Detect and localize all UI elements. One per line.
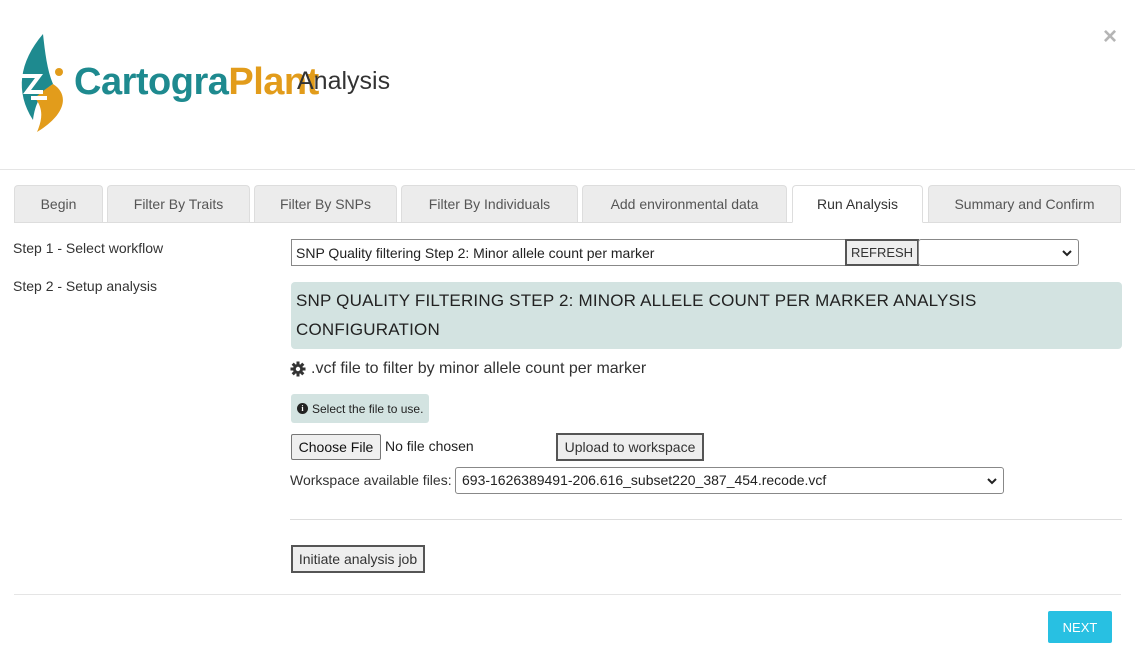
file-input-label-text: .vcf file to filter by minor allele coun…: [311, 360, 647, 377]
tab-filter-by-snps[interactable]: Filter By SNPs: [254, 185, 397, 222]
hint-text: Select the file to use.: [312, 401, 424, 416]
brand-name-part1: Cartogra: [74, 61, 229, 103]
modal-header: CartograPlant Analysis ×: [0, 0, 1135, 170]
analysis-modal: CartograPlant Analysis × Begin Filter By…: [0, 0, 1135, 655]
file-input-label: .vcf file to filter by minor allele coun…: [290, 360, 646, 378]
tab-summary-and-confirm[interactable]: Summary and Confirm: [928, 185, 1121, 222]
gear-icon: [290, 361, 306, 377]
close-button[interactable]: ×: [1103, 24, 1117, 50]
workspace-files-select[interactable]: 693-1626389491-206.616_subset220_387_454…: [455, 467, 1004, 494]
workspace-files-value: 693-1626389491-206.616_subset220_387_454…: [462, 472, 827, 488]
config-heading: SNP QUALITY FILTERING STEP 2: MINOR ALLE…: [291, 282, 1122, 349]
brand-suffix: Analysis: [297, 67, 391, 95]
chevron-down-icon: [1062, 250, 1072, 257]
wizard-tabs: Begin Filter By Traits Filter By SNPs Fi…: [14, 185, 1121, 223]
footer-divider: [14, 594, 1121, 595]
initiate-analysis-button[interactable]: Initiate analysis job: [291, 545, 425, 573]
tab-begin[interactable]: Begin: [14, 185, 103, 222]
cartograplant-logo-icon: [21, 34, 63, 132]
refresh-button[interactable]: REFRESH: [845, 239, 919, 266]
section-divider: [290, 519, 1122, 520]
tab-filter-by-individuals[interactable]: Filter By Individuals: [401, 185, 578, 222]
workflow-name-input[interactable]: [291, 239, 847, 266]
hint-box: i Select the file to use.: [291, 394, 430, 423]
upload-to-workspace-button[interactable]: Upload to workspace: [556, 433, 704, 461]
choose-file-button[interactable]: Choose File: [291, 434, 381, 460]
info-icon: i: [297, 403, 308, 414]
tab-filter-by-traits[interactable]: Filter By Traits: [107, 185, 250, 222]
brand-name: CartograPlant: [74, 60, 319, 104]
tab-add-environmental-data[interactable]: Add environmental data: [582, 185, 787, 222]
no-file-chosen-text: No file chosen: [385, 438, 474, 454]
step-select-workflow[interactable]: Step 1 - Select workflow: [13, 240, 163, 256]
step-setup-analysis[interactable]: Step 2 - Setup analysis: [13, 278, 157, 294]
next-button[interactable]: NEXT: [1048, 611, 1112, 643]
workspace-files-label: Workspace available files:: [290, 472, 452, 488]
tab-run-analysis[interactable]: Run Analysis: [792, 185, 923, 223]
workflow-select[interactable]: [918, 239, 1079, 266]
chevron-down-icon: [987, 478, 997, 485]
